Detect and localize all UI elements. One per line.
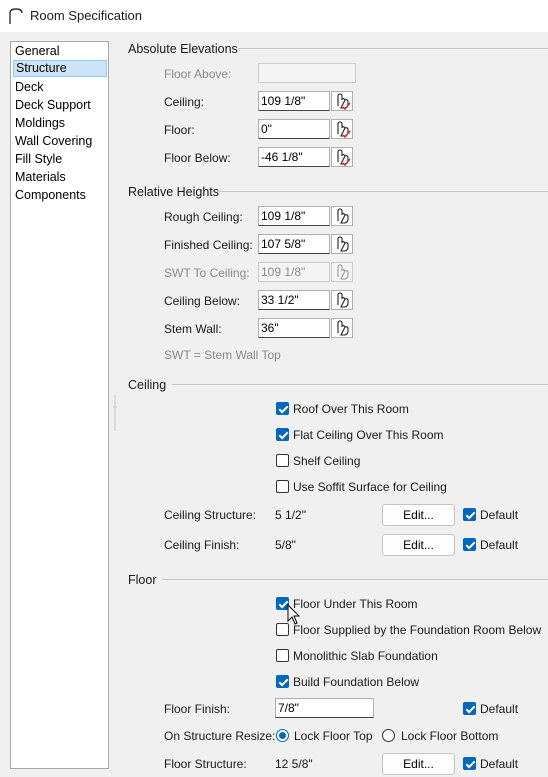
relative-heights-title: Relative Heights — [128, 185, 220, 199]
floor-structure-edit-button[interactable]: Edit... — [382, 753, 455, 775]
stem-wall-label: Stem Wall: — [164, 322, 222, 336]
lock-floor-top-radio[interactable] — [276, 729, 289, 742]
ceiling-label: Ceiling: — [164, 95, 205, 109]
lock-floor-bottom-radio[interactable] — [382, 729, 395, 742]
absolute-elevations-title: Absolute Elevations — [128, 42, 238, 56]
roof-over-checkbox[interactable] — [276, 402, 289, 415]
floor-label: Floor: — [164, 123, 195, 137]
stem-wall-field[interactable]: 36" — [258, 318, 330, 338]
ceiling-finish-default-checkbox[interactable] — [463, 538, 476, 551]
sidebar-item-general[interactable]: General — [13, 43, 107, 60]
ceiling-finish-edit-button[interactable]: Edit... — [382, 534, 455, 556]
sidebar-item-deck-support[interactable]: Deck Support — [13, 97, 107, 114]
build-foundation-label: Build Foundation Below — [293, 675, 420, 689]
ceiling-structure-edit-button[interactable]: Edit... — [382, 504, 455, 526]
floor-finish-default-label: Default — [480, 702, 519, 716]
swt-to-ceiling-label: SWT To Ceiling: — [164, 266, 250, 280]
roof-over-label: Roof Over This Room — [293, 402, 409, 416]
structure-resize-label: On Structure Resize: — [164, 729, 276, 743]
soffit-surface-label: Use Soffit Surface for Ceiling — [293, 480, 447, 494]
finished-ceiling-label: Finished Ceiling: — [164, 238, 253, 252]
floor-elevation-field[interactable]: 0" — [258, 119, 330, 139]
title-bar: Room Specification — [0, 0, 548, 32]
build-foundation-checkbox[interactable] — [276, 675, 289, 688]
pointer-icon — [331, 262, 353, 282]
pointer-icon[interactable] — [331, 206, 353, 226]
ceiling-structure-label: Ceiling Structure: — [164, 508, 257, 522]
group-divider — [172, 384, 548, 385]
pointer-icon[interactable] — [331, 91, 353, 111]
ceiling-structure-default-checkbox[interactable] — [463, 508, 476, 521]
group-divider — [238, 48, 548, 49]
mouse-cursor-icon — [287, 604, 301, 625]
flat-ceiling-label: Flat Ceiling Over This Room — [293, 428, 444, 442]
lock-floor-top-label: Lock Floor Top — [294, 729, 373, 743]
swt-to-ceiling-field: 109 1/8" — [258, 262, 330, 282]
ceiling-below-label: Ceiling Below: — [164, 294, 241, 308]
sidebar-item-fill-style[interactable]: Fill Style — [13, 151, 107, 168]
ceiling-structure-value: 5 1/2" — [275, 508, 306, 522]
pointer-icon[interactable] — [331, 290, 353, 310]
monolithic-slab-checkbox[interactable] — [276, 649, 289, 662]
ceiling-structure-default-label: Default — [480, 508, 519, 522]
window-title: Room Specification — [30, 8, 142, 23]
floor-finish-field[interactable]: 7/8" — [275, 698, 374, 718]
floor-under-label: Floor Under This Room — [293, 597, 418, 611]
pointer-icon[interactable] — [331, 119, 353, 139]
monolithic-slab-label: Monolithic Slab Foundation — [293, 649, 438, 663]
sidebar-item-moldings[interactable]: Moldings — [13, 115, 107, 132]
sidebar-item-deck[interactable]: Deck — [13, 79, 107, 96]
sidebar-item-structure[interactable]: Structure — [13, 60, 107, 77]
soffit-surface-checkbox[interactable] — [276, 480, 289, 493]
finished-ceiling-field[interactable]: 107 5/8" — [258, 234, 330, 254]
group-divider — [162, 579, 548, 580]
ceiling-finish-label: Ceiling Finish: — [164, 538, 240, 552]
group-divider — [218, 191, 548, 192]
pointer-icon[interactable] — [331, 318, 353, 338]
rough-ceiling-field[interactable]: 109 1/8" — [258, 206, 330, 226]
floor-group-title: Floor — [128, 573, 157, 587]
room-icon — [9, 8, 23, 24]
category-list[interactable]: General Structure Deck Deck Support Mold… — [10, 41, 109, 769]
shelf-ceiling-checkbox[interactable] — [276, 454, 289, 467]
splitter-grip[interactable] — [113, 395, 117, 431]
lock-floor-bottom-label: Lock Floor Bottom — [401, 729, 499, 743]
ceiling-below-field[interactable]: 33 1/2" — [258, 290, 330, 310]
sidebar-item-materials[interactable]: Materials — [13, 169, 107, 186]
ceiling-finish-value: 5/8" — [275, 538, 296, 552]
floor-structure-default-label: Default — [480, 757, 519, 771]
flat-ceiling-checkbox[interactable] — [276, 428, 289, 441]
ceiling-finish-default-label: Default — [480, 538, 519, 552]
rough-ceiling-label: Rough Ceiling: — [164, 210, 243, 224]
floor-supplied-label: Floor Supplied by the Foundation Room Be… — [293, 623, 542, 637]
swt-note: SWT = Stem Wall Top — [164, 348, 281, 362]
floor-structure-value: 12 5/8" — [275, 757, 313, 771]
sidebar-item-wall-covering[interactable]: Wall Covering — [13, 133, 107, 150]
floor-structure-default-checkbox[interactable] — [463, 757, 476, 770]
pointer-icon[interactable] — [331, 234, 353, 254]
ceiling-group-title: Ceiling — [128, 378, 167, 392]
floor-below-label: Floor Below: — [164, 151, 231, 165]
sidebar-item-components[interactable]: Components — [13, 187, 107, 204]
floor-above-field — [258, 63, 356, 83]
floor-structure-label: Floor Structure: — [164, 757, 247, 771]
shelf-ceiling-label: Shelf Ceiling — [293, 454, 361, 468]
floor-finish-default-checkbox[interactable] — [463, 702, 476, 715]
floor-below-field[interactable]: -46 1/8" — [258, 147, 330, 167]
ceiling-elevation-field[interactable]: 109 1/8" — [258, 91, 330, 111]
floor-above-label: Floor Above: — [164, 67, 232, 81]
floor-finish-label: Floor Finish: — [164, 702, 231, 716]
pointer-icon[interactable] — [331, 147, 353, 167]
